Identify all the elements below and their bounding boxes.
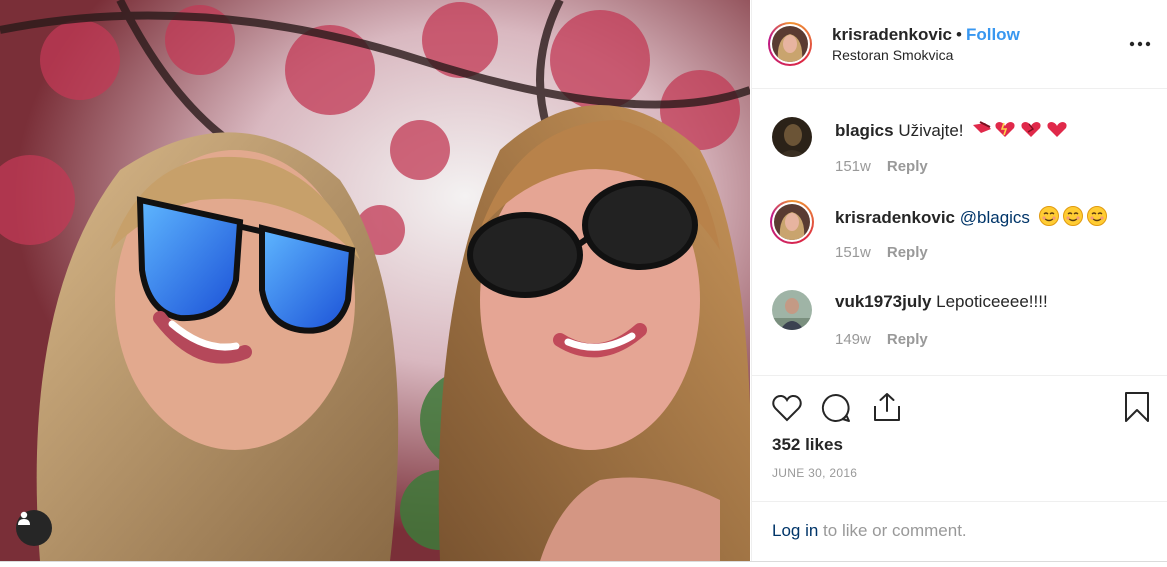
commenter-avatar[interactable] <box>772 290 812 330</box>
comment-body: Lepoticeeee!!!! <box>936 292 1048 311</box>
likes-count[interactable]: 352 likes <box>772 435 843 455</box>
reply-button[interactable]: Reply <box>887 244 928 261</box>
share-icon[interactable] <box>871 391 903 423</box>
more-options-button[interactable] <box>1128 34 1152 54</box>
comment-meta: 151w Reply <box>835 158 928 175</box>
heart-icon[interactable] <box>771 393 803 423</box>
post-photo[interactable] <box>0 0 750 561</box>
header-user-line: krisradenkovic • Follow <box>832 25 1020 45</box>
comment-text: krisradenkovic @blagics <box>835 205 1110 232</box>
comment-time[interactable]: 151w <box>835 244 871 261</box>
post-date[interactable]: JUNE 30, 2016 <box>772 466 857 480</box>
login-rest-text: to like or comment. <box>818 521 967 540</box>
comments-list: blagics Uživajte! 151w Reply krisradenko… <box>752 89 1167 374</box>
instagram-post: krisradenkovic • Follow Restoran Smokvica <box>0 0 1167 562</box>
reply-button[interactable]: Reply <box>887 158 928 175</box>
commenter-avatar[interactable] <box>772 117 812 157</box>
comment-time[interactable]: 149w <box>835 331 871 348</box>
comment-text: vuk1973july Lepoticeeee!!!! <box>835 292 1048 312</box>
author-avatar[interactable] <box>768 22 812 66</box>
separator-dot: • <box>956 25 962 44</box>
avatar-image <box>772 290 812 330</box>
comment-icon[interactable] <box>820 392 852 424</box>
person-icon <box>18 511 30 525</box>
post-actions: 352 likes JUNE 30, 2016 Log in to like o… <box>752 375 1167 561</box>
login-prompt: Log in to like or comment. <box>752 501 1167 562</box>
mention-link[interactable]: @blagics <box>960 208 1030 227</box>
comment-meta: 151w Reply <box>835 244 928 261</box>
commenter-username[interactable]: blagics <box>835 121 894 140</box>
login-text: Log in to like or comment. <box>772 521 967 541</box>
commenter-avatar[interactable] <box>770 200 814 244</box>
photo-illustration <box>0 0 750 561</box>
avatar-image <box>774 204 810 240</box>
commenter-username[interactable]: krisradenkovic <box>835 208 955 227</box>
avatar-image <box>772 117 812 157</box>
user-tag-button[interactable] <box>16 510 52 546</box>
hearts-emoji-icon <box>971 119 1071 144</box>
smiling-face-emoji-icon <box>1038 205 1110 232</box>
comment-text: blagics Uživajte! <box>835 119 1071 144</box>
more-horizontal-icon <box>1129 41 1151 47</box>
comment-item: vuk1973july Lepoticeeee!!!! 149w Reply <box>752 290 1167 370</box>
comment-item: krisradenkovic @blagics 151w Reply <box>752 200 1167 280</box>
reply-button[interactable]: Reply <box>887 331 928 348</box>
post-header: krisradenkovic • Follow Restoran Smokvica <box>752 0 1167 89</box>
post-side-panel: krisradenkovic • Follow Restoran Smokvica <box>751 0 1167 561</box>
bookmark-icon[interactable] <box>1124 391 1150 423</box>
location-link[interactable]: Restoran Smokvica <box>832 47 953 63</box>
comment-meta: 149w Reply <box>835 331 928 348</box>
follow-button[interactable]: Follow <box>966 25 1020 44</box>
avatar-image <box>772 26 808 62</box>
login-link[interactable]: Log in <box>772 521 818 540</box>
comment-body: Uživajte! <box>898 120 964 140</box>
comment-time[interactable]: 151w <box>835 158 871 175</box>
commenter-username[interactable]: vuk1973july <box>835 292 931 311</box>
author-username[interactable]: krisradenkovic <box>832 25 952 44</box>
comment-item: blagics Uživajte! 151w Reply <box>752 117 1167 197</box>
